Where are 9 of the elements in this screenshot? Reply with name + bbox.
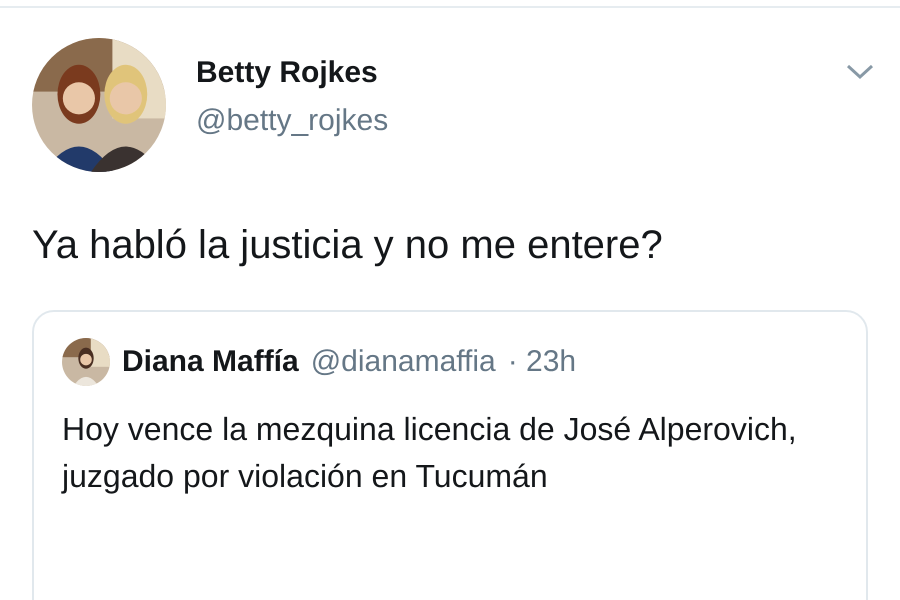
tweet-text: Ya habló la justicia y no me entere? [32, 222, 664, 269]
author-name[interactable]: Betty Rojkes [196, 56, 816, 90]
quoted-author-name: Diana Maffía [122, 345, 299, 379]
quoted-author-handle: @dianamaffia [310, 345, 496, 379]
tweet-time: · 23h [508, 345, 576, 379]
chevron-down-icon[interactable] [846, 64, 874, 80]
quoted-tweet-card[interactable]: Diana Maffía @dianamaffia · 23h Hoy vence la mezquina licencia de José Alperovich, juzgado por violación en Tucumán [32, 310, 868, 600]
quoted-tweet-text: Hoy vence la mezquina licencia de José Alperovich, juzgado por violación en Tucumán [62, 410, 798, 496]
author-handle[interactable]: @betty_rojkes [196, 104, 816, 138]
